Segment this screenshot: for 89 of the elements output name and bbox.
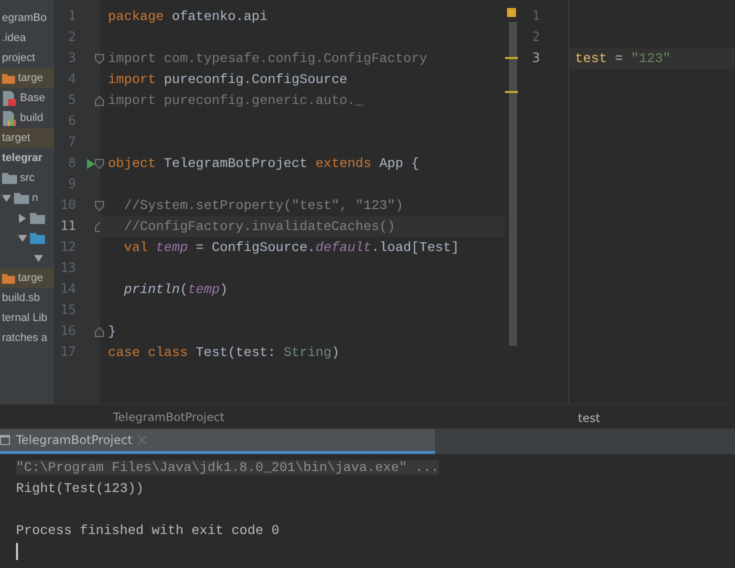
tree-row[interactable]: n	[0, 188, 54, 208]
code-token: println	[122, 282, 180, 297]
code-token: test	[575, 51, 607, 66]
code-token: App {	[378, 156, 420, 171]
file-icon	[2, 90, 17, 106]
folder-icon	[2, 172, 17, 184]
console-icon	[0, 435, 10, 445]
tree-label: build.sb	[2, 292, 40, 304]
tree-row[interactable]: build	[0, 108, 54, 128]
code-token: (	[180, 282, 188, 297]
line-number: 1	[531, 9, 540, 24]
fold-icon[interactable]	[95, 96, 104, 106]
tree-label: ternal Lib	[2, 312, 48, 324]
tree-label: egramBo	[2, 12, 47, 24]
code-token: ofatenko.api	[170, 9, 268, 24]
warning-marker	[505, 91, 518, 93]
tree-row[interactable]: Base	[0, 88, 54, 108]
tree-label: telegrar	[2, 152, 42, 164]
warning-marker	[505, 57, 518, 59]
tree-label: target	[2, 132, 30, 144]
warning-icon	[507, 8, 516, 17]
code-token: .load[Test]	[371, 240, 460, 255]
code-token: temp	[154, 240, 188, 255]
tree-label: project	[2, 52, 36, 64]
expanded-arrow-icon[interactable]	[2, 194, 11, 202]
line-number: 3	[531, 51, 540, 66]
tree-row[interactable]: targe	[0, 68, 54, 88]
tree-row[interactable]: build.sb	[0, 288, 54, 308]
fold-icon[interactable]	[95, 54, 104, 64]
collapsed-arrow-icon[interactable]	[18, 214, 27, 222]
code-token: Test(test:	[194, 345, 277, 360]
folder-icon	[2, 72, 15, 84]
breadcrumb[interactable]: TelegramBotProject	[113, 410, 224, 424]
folder-icon	[30, 232, 45, 244]
folder-icon	[14, 192, 29, 204]
code-token: }	[108, 324, 116, 339]
code-token: String	[284, 345, 332, 360]
folder-icon	[30, 212, 45, 224]
folder-icon	[2, 272, 15, 284]
breadcrumb[interactable]: test	[578, 411, 600, 425]
code-token: TelegramBotProject	[162, 156, 308, 171]
tree-label: n	[32, 192, 38, 204]
tree-row[interactable]: egramBo	[0, 8, 54, 28]
console-line: Process finished with exit code 0	[16, 523, 280, 538]
code-token: "123"	[630, 51, 671, 66]
code-token: package	[108, 9, 164, 24]
run-tab[interactable]: TelegramBotProject	[0, 429, 435, 454]
code-token: import pureconfig.generic.auto._	[108, 93, 364, 108]
code-token: import	[108, 72, 156, 87]
line-number: 2	[531, 30, 540, 45]
tree-row[interactable]: target	[0, 128, 54, 148]
code-token: default	[315, 240, 372, 255]
fold-icon[interactable]	[95, 158, 104, 168]
code-token: import com.typesafe.config.ConfigFactory	[108, 51, 428, 66]
fold-icon[interactable]	[95, 326, 104, 336]
tree-label: src	[20, 172, 35, 184]
tree-label: ratches a	[2, 332, 48, 344]
tree-row[interactable]: ternal Lib	[0, 308, 54, 328]
tree-label: .idea	[2, 32, 26, 44]
code-token: pureconfig.ConfigSource	[162, 72, 348, 87]
code-token: )	[220, 282, 228, 297]
tree-row[interactable]: project	[0, 48, 54, 68]
tree-row[interactable]: src	[0, 168, 54, 188]
tree-label: build	[20, 112, 44, 124]
code-token: extends	[315, 156, 372, 171]
expanded-arrow-icon[interactable]	[34, 254, 43, 262]
tree-label: targe	[18, 272, 44, 284]
code-token: = ConfigSource.	[194, 240, 316, 255]
code-token: )	[331, 345, 340, 360]
code-token: =	[614, 51, 624, 66]
code-token: case class	[108, 345, 188, 360]
tree-label: Base	[20, 92, 46, 104]
tree-row[interactable]: ratches a	[0, 328, 54, 348]
run-icon[interactable]	[87, 158, 95, 168]
tree-row[interactable]: .idea	[0, 28, 54, 48]
console-line: Right(Test(123))	[16, 481, 144, 496]
expanded-arrow-icon[interactable]	[18, 234, 27, 242]
tree-row[interactable]: telegrar	[0, 148, 54, 168]
code-token: //ConfigFactory.invalidateCaches()	[122, 219, 396, 234]
fold-icon[interactable]	[95, 200, 104, 210]
code-token: val	[122, 240, 148, 255]
code-token: //System.setProperty("test", "123")	[122, 198, 404, 213]
line-number: 11	[59, 219, 76, 234]
tree-row[interactable]: targe	[0, 268, 54, 288]
code-token: object	[108, 156, 156, 171]
code-token: temp	[188, 282, 220, 297]
tree-label: targe	[18, 72, 44, 84]
text-cursor	[16, 543, 18, 560]
file-icon	[2, 110, 17, 126]
